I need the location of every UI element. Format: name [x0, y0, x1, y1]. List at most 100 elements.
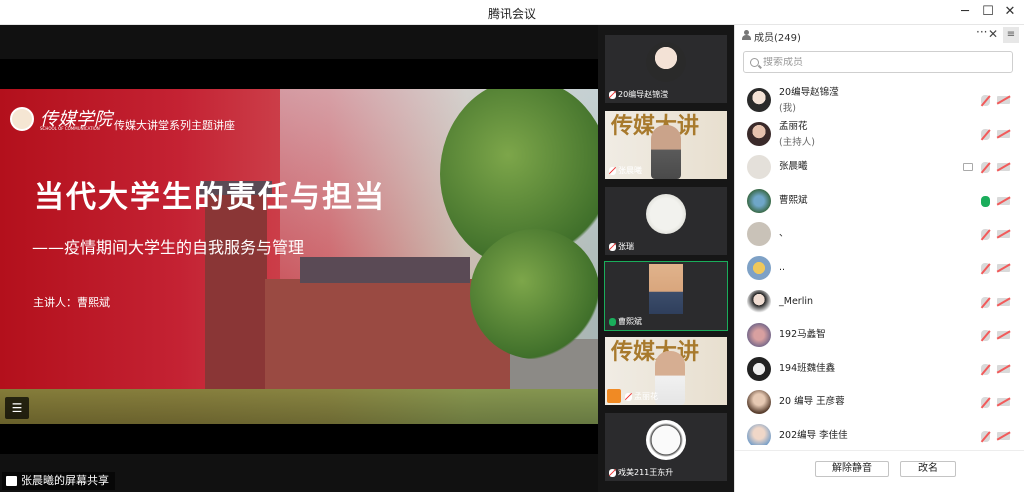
slide-subtitle: ——疫情期间大学生的自我服务与管理 [32, 238, 305, 257]
camera-off-icon[interactable] [997, 364, 1010, 373]
slide-tree-image-2 [470, 229, 598, 359]
camera-feed: 传媒大讲 [605, 337, 727, 405]
list-item[interactable]: _Merlin [735, 285, 1024, 319]
video-tile[interactable]: 张瑞 [605, 187, 727, 255]
video-tile-name: 张瑞 [609, 241, 634, 252]
mic-muted-icon[interactable] [981, 229, 990, 241]
search-input[interactable] [763, 56, 1003, 68]
member-name: 、 [779, 228, 789, 240]
slide-tower-image [205, 189, 267, 389]
avatar [747, 323, 771, 348]
mic-muted-icon[interactable] [981, 95, 990, 106]
unmute-all-button[interactable]: 解除静音 [815, 461, 889, 477]
more-icon[interactable]: ··· [976, 25, 987, 39]
camera-off-icon[interactable] [997, 196, 1010, 205]
mic-muted-icon[interactable] [981, 162, 990, 174]
mic-muted-icon[interactable] [981, 128, 990, 140]
camera-off-icon[interactable] [997, 431, 1010, 440]
camera-off-icon[interactable] [997, 163, 1010, 172]
list-item[interactable]: 20编导赵锦滢 (我) [735, 83, 1024, 117]
slide-speaker: 主讲人：曹熙斌 [33, 296, 110, 309]
camera-off-icon[interactable] [997, 96, 1010, 104]
list-item[interactable]: 张晨曦 [735, 150, 1024, 184]
window-title: 腾讯会议 [487, 7, 536, 21]
avatar [747, 423, 771, 445]
lecture-series: 传媒大讲堂系列主题讲座 [114, 119, 235, 132]
video-tile[interactable]: 20编导赵锦滢 [605, 35, 727, 103]
member-search[interactable] [743, 51, 1013, 73]
member-name: 192马蠡智 [779, 329, 826, 341]
slide-lawn [0, 389, 598, 424]
mic-on-icon[interactable] [981, 195, 990, 207]
video-strip: 20编导赵锦滢 传媒大讲 张晨曦 张瑞 曹熙斌 传媒大讲 孟丽花 戏美211王东… [598, 25, 734, 492]
list-item[interactable]: 孟丽花 (主持人) [735, 117, 1024, 151]
letterbox-bottom [0, 424, 598, 454]
participant-video [655, 351, 685, 405]
mic-muted-icon[interactable] [981, 296, 990, 308]
slide-building-roof [300, 257, 470, 283]
mic-muted-icon[interactable] [981, 330, 990, 342]
camera-off-icon[interactable] [997, 129, 1010, 138]
member-panel-header: 成员(249) ··· ✕ ≡ [735, 25, 1024, 47]
avatar [747, 155, 771, 180]
close-icon[interactable]: ✕ [1000, 3, 1020, 21]
video-tile[interactable]: 传媒大讲 张晨曦 [605, 111, 727, 179]
list-item[interactable]: 20 编导 王彦蓉 [735, 385, 1024, 419]
camera-off-icon[interactable] [997, 230, 1010, 239]
close-panel-icon[interactable]: ✕ [988, 27, 998, 41]
participant-video [649, 264, 683, 314]
avatar [747, 255, 771, 280]
video-tile-active-speaker[interactable]: 曹熙斌 [604, 261, 728, 331]
video-tile[interactable]: 传媒大讲 孟丽花 [605, 337, 727, 405]
mic-muted-icon[interactable] [981, 397, 990, 409]
list-item[interactable]: 、 [735, 217, 1024, 251]
camera-off-icon[interactable] [997, 263, 1010, 272]
minimize-icon[interactable]: ─ [955, 3, 975, 21]
shared-screen-stage: 传媒学院 SCHOOL OF COMMUNICATION 传媒大讲堂系列主题讲座… [0, 25, 598, 492]
screen-share-icon [6, 476, 17, 486]
camera-off-icon[interactable] [997, 331, 1010, 340]
meeting-window: 腾讯会议 ─ ☐ ✕ 传媒学院 SCHOOL OF COMMUNICATION … [0, 0, 1024, 492]
list-item[interactable]: 曹熙斌 [735, 184, 1024, 218]
member-name: _Merlin [779, 295, 813, 307]
list-toggle-icon[interactable]: ☰ [5, 397, 29, 419]
host-icon [607, 389, 621, 403]
mic-muted-icon[interactable] [981, 262, 990, 274]
member-name: 202编导 李佳佳 [779, 429, 848, 441]
avatar [646, 42, 686, 82]
mic-muted-icon[interactable] [981, 363, 990, 375]
member-name: 曹熙斌 [779, 194, 808, 206]
mic-muted-icon[interactable] [981, 430, 990, 442]
camera-off-icon[interactable] [997, 297, 1010, 306]
list-item[interactable]: .. [735, 251, 1024, 285]
screen-share-label: 张晨曦的屏幕共享 [21, 474, 109, 487]
video-tile-name: 孟丽花 [625, 391, 658, 402]
list-item[interactable]: 192马蠡智 [735, 318, 1024, 352]
members-icon [741, 30, 751, 40]
video-tile[interactable]: 戏美211王东升 [605, 413, 727, 481]
list-item[interactable]: 194班魏佳鑫 [735, 352, 1024, 386]
slide-title: 当代大学生的责任与担当 [34, 180, 386, 215]
avatar [747, 222, 771, 247]
camera-off-icon[interactable] [997, 398, 1010, 407]
screen-share-icon [963, 163, 973, 172]
member-role: (我) [779, 103, 796, 114]
rename-button[interactable]: 改名 [900, 461, 956, 477]
screen-share-tag: 张晨曦的屏幕共享 [2, 472, 115, 490]
member-name: .. [779, 261, 786, 273]
title-bar: 腾讯会议 ─ ☐ ✕ [0, 0, 1024, 25]
mic-muted-icon [609, 242, 616, 251]
video-tile-name: 曹熙斌 [609, 316, 642, 327]
avatar [646, 420, 686, 460]
avatar [747, 121, 771, 146]
panel-menu-icon[interactable]: ≡ [1003, 27, 1019, 43]
avatar [646, 194, 686, 234]
member-name: 20 编导 王彦蓉 [779, 396, 845, 408]
member-name: 20编导赵锦滢 [779, 87, 839, 98]
maximize-icon[interactable]: ☐ [978, 3, 998, 21]
video-tile-name: 20编导赵锦滢 [609, 89, 668, 100]
member-panel-footer: 解除静音 改名 [735, 450, 1024, 492]
member-name: 张晨曦 [779, 161, 808, 173]
list-item[interactable]: 202编导 李佳佳 [735, 419, 1024, 445]
member-panel: 成员(249) ··· ✕ ≡ 20编导赵锦滢 (我) 孟丽花 (主持人) [734, 25, 1024, 492]
